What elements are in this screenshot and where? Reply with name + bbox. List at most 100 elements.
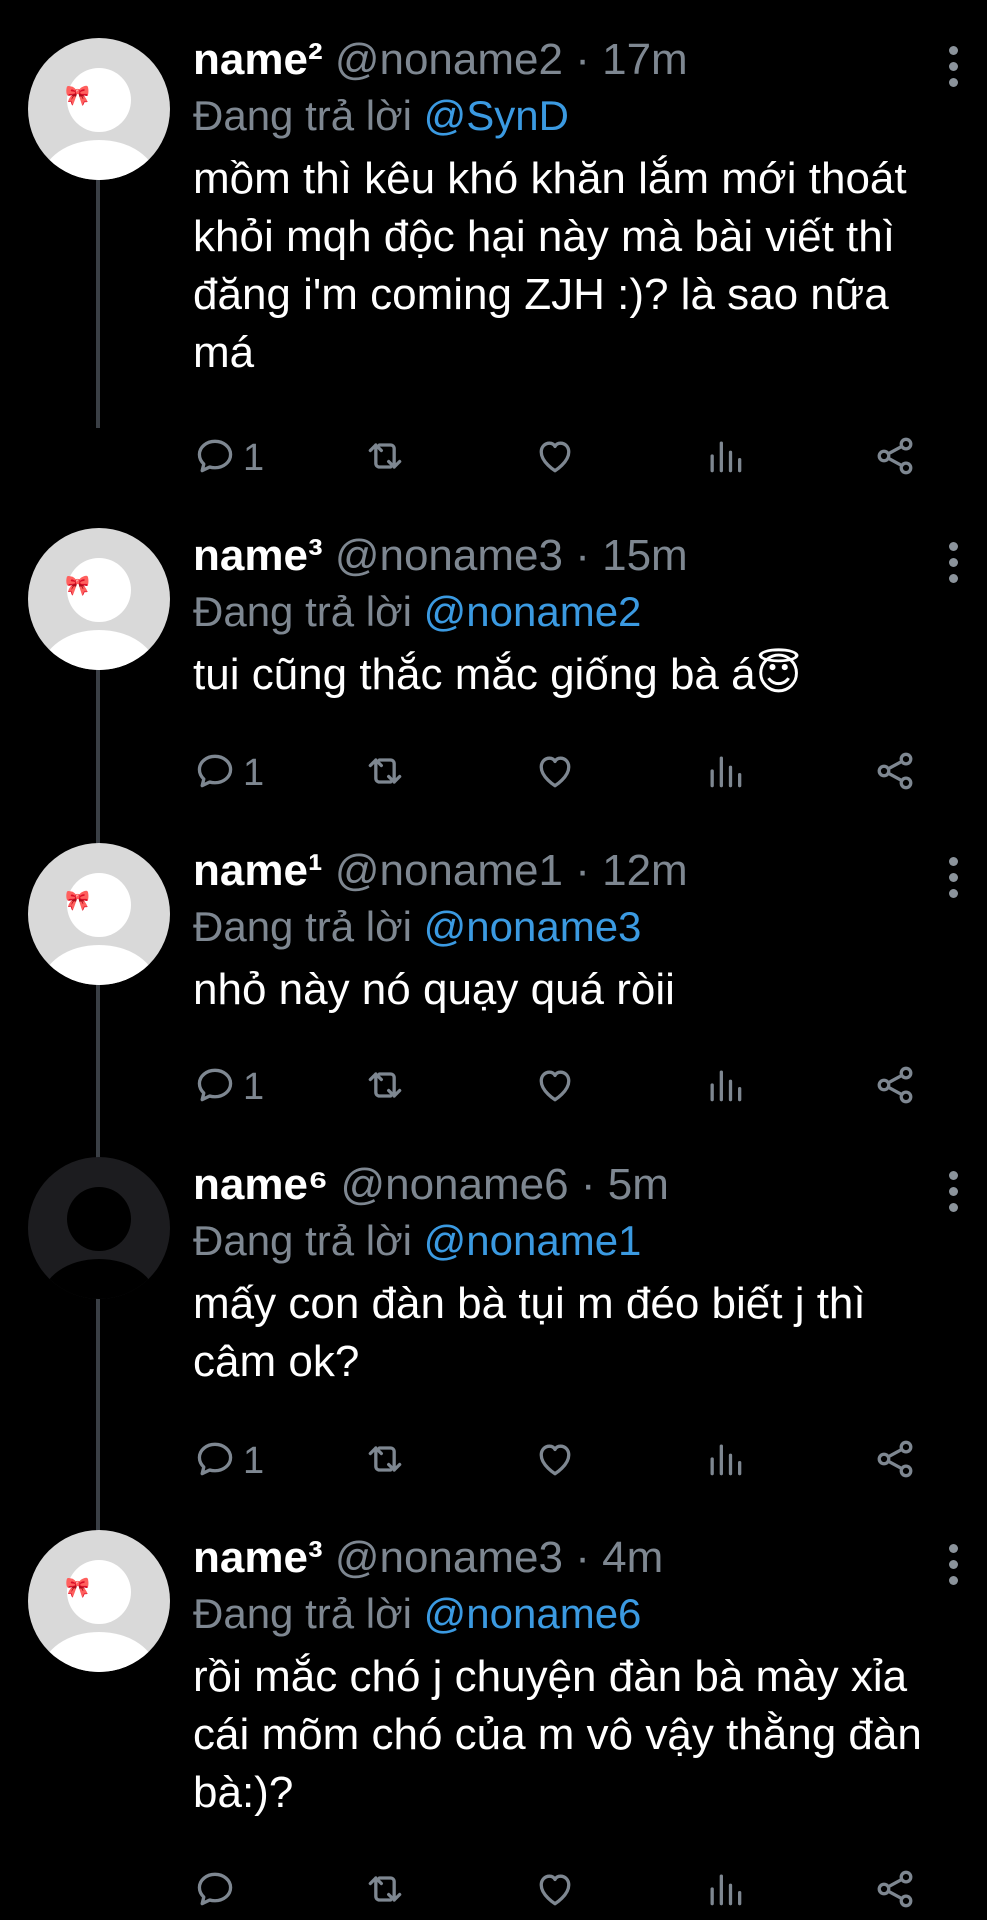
tweet-actions: 1 <box>193 1062 947 1112</box>
share-button[interactable] <box>873 1436 917 1486</box>
more-vertical-icon[interactable] <box>947 857 959 898</box>
reply-mention[interactable]: @noname1 <box>424 1217 642 1264</box>
bow-icon: 🎀 <box>65 1577 90 1599</box>
retweet-icon <box>363 1867 407 1916</box>
reply-button[interactable] <box>193 1866 243 1916</box>
display-name[interactable]: name² <box>193 35 323 84</box>
analytics-icon <box>703 1437 747 1486</box>
reply-bubble-icon <box>193 749 237 798</box>
reply-prefix: Đang trả lời <box>193 92 412 139</box>
analytics-icon <box>703 1063 747 1112</box>
share-button[interactable] <box>873 748 917 798</box>
tweet-actions <box>193 1866 947 1916</box>
more-vertical-icon[interactable] <box>947 1544 959 1585</box>
retweet-button[interactable] <box>363 1436 407 1486</box>
tweet-text: mấy con đàn bà tụi m đéo biết j thì câm … <box>193 1279 866 1386</box>
heart-icon <box>533 434 577 483</box>
retweet-icon <box>363 749 407 798</box>
avatar[interactable]: 🎀 <box>28 1530 170 1672</box>
heart-icon <box>533 1867 577 1916</box>
analytics-button[interactable] <box>703 1436 747 1486</box>
display-name[interactable]: name³ <box>193 531 323 580</box>
retweet-button[interactable] <box>363 433 407 483</box>
share-icon <box>873 1063 917 1112</box>
reply-button[interactable]: 1 <box>193 748 264 798</box>
display-name[interactable]: name³ <box>193 1533 323 1582</box>
analytics-icon <box>703 749 747 798</box>
share-icon <box>873 1437 917 1486</box>
reply-count: 1 <box>243 436 265 479</box>
reply-button[interactable]: 1 <box>193 1062 264 1112</box>
tweet-text: rồi mắc chó j chuyện đàn bà mày xỉa cái … <box>193 1652 922 1817</box>
avatar[interactable]: 🎀 <box>28 843 170 985</box>
reply-bubble-icon <box>193 434 237 483</box>
analytics-button[interactable] <box>703 748 747 798</box>
like-button[interactable] <box>533 748 577 798</box>
reply-bubble-icon <box>193 1867 237 1916</box>
heart-icon <box>533 1437 577 1486</box>
retweet-icon <box>363 434 407 483</box>
tweet-text: mồm thì kêu khó khăn lắm mới thoát khỏi … <box>193 154 907 377</box>
bow-icon: 🎀 <box>65 575 90 597</box>
reply-count: 1 <box>243 1065 265 1108</box>
more-vertical-icon[interactable] <box>947 1171 959 1212</box>
reply-mention[interactable]: @noname3 <box>424 903 642 950</box>
like-button[interactable] <box>533 1062 577 1112</box>
share-button[interactable] <box>873 1866 917 1916</box>
reply-mention[interactable]: @noname6 <box>424 1590 642 1637</box>
retweet-button[interactable] <box>363 1062 407 1112</box>
handle[interactable]: @noname1 <box>335 846 563 895</box>
share-button[interactable] <box>873 433 917 483</box>
analytics-button[interactable] <box>703 433 747 483</box>
tweet-actions: 1 <box>193 748 947 798</box>
thread-line <box>96 180 100 428</box>
tweet-text: nhỏ này nó quạy quá ròii <box>193 965 675 1014</box>
display-name[interactable]: name¹ <box>193 846 323 895</box>
like-button[interactable] <box>533 1866 577 1916</box>
display-name[interactable]: name⁶ <box>193 1160 328 1209</box>
retweet-button[interactable] <box>363 748 407 798</box>
reply-count: 1 <box>243 1439 265 1482</box>
more-vertical-icon[interactable] <box>947 542 959 583</box>
timestamp[interactable]: 17m <box>602 35 688 84</box>
reply-button[interactable]: 1 <box>193 1436 264 1486</box>
share-icon <box>873 434 917 483</box>
reply-mention[interactable]: @noname2 <box>424 588 642 635</box>
reply-button[interactable]: 1 <box>193 433 264 483</box>
reply-mention[interactable]: @SynD <box>424 92 569 139</box>
heart-icon <box>533 749 577 798</box>
timestamp[interactable]: 5m <box>608 1160 669 1209</box>
avatar[interactable] <box>28 1157 170 1299</box>
like-button[interactable] <box>533 433 577 483</box>
analytics-icon <box>703 434 747 483</box>
share-button[interactable] <box>873 1062 917 1112</box>
tweet-text: tui cũng thắc mắc giống bà á😇 <box>193 650 802 699</box>
handle[interactable]: @noname6 <box>340 1160 568 1209</box>
retweet-button[interactable] <box>363 1866 407 1916</box>
retweet-icon <box>363 1437 407 1486</box>
reply-bubble-icon <box>193 1437 237 1486</box>
timestamp[interactable]: 15m <box>602 531 688 580</box>
reply-count: 1 <box>243 751 265 794</box>
avatar[interactable]: 🎀 <box>28 38 170 180</box>
reply-prefix: Đang trả lời <box>193 588 412 635</box>
tweet-actions: 1 <box>193 1436 947 1486</box>
more-vertical-icon[interactable] <box>947 46 959 87</box>
avatar[interactable]: 🎀 <box>28 528 170 670</box>
share-icon <box>873 749 917 798</box>
analytics-icon <box>703 1867 747 1916</box>
like-button[interactable] <box>533 1436 577 1486</box>
analytics-button[interactable] <box>703 1062 747 1112</box>
bow-icon: 🎀 <box>65 890 90 912</box>
tweet-actions: 1 <box>193 433 947 483</box>
reply-bubble-icon <box>193 1063 237 1112</box>
handle[interactable]: @noname3 <box>335 531 563 580</box>
reply-prefix: Đang trả lời <box>193 1217 412 1264</box>
analytics-button[interactable] <box>703 1866 747 1916</box>
timestamp[interactable]: 12m <box>602 846 688 895</box>
share-icon <box>873 1867 917 1916</box>
handle[interactable]: @noname2 <box>335 35 563 84</box>
timestamp[interactable]: 4m <box>602 1533 663 1582</box>
reply-prefix: Đang trả lời <box>193 903 412 950</box>
handle[interactable]: @noname3 <box>335 1533 563 1582</box>
